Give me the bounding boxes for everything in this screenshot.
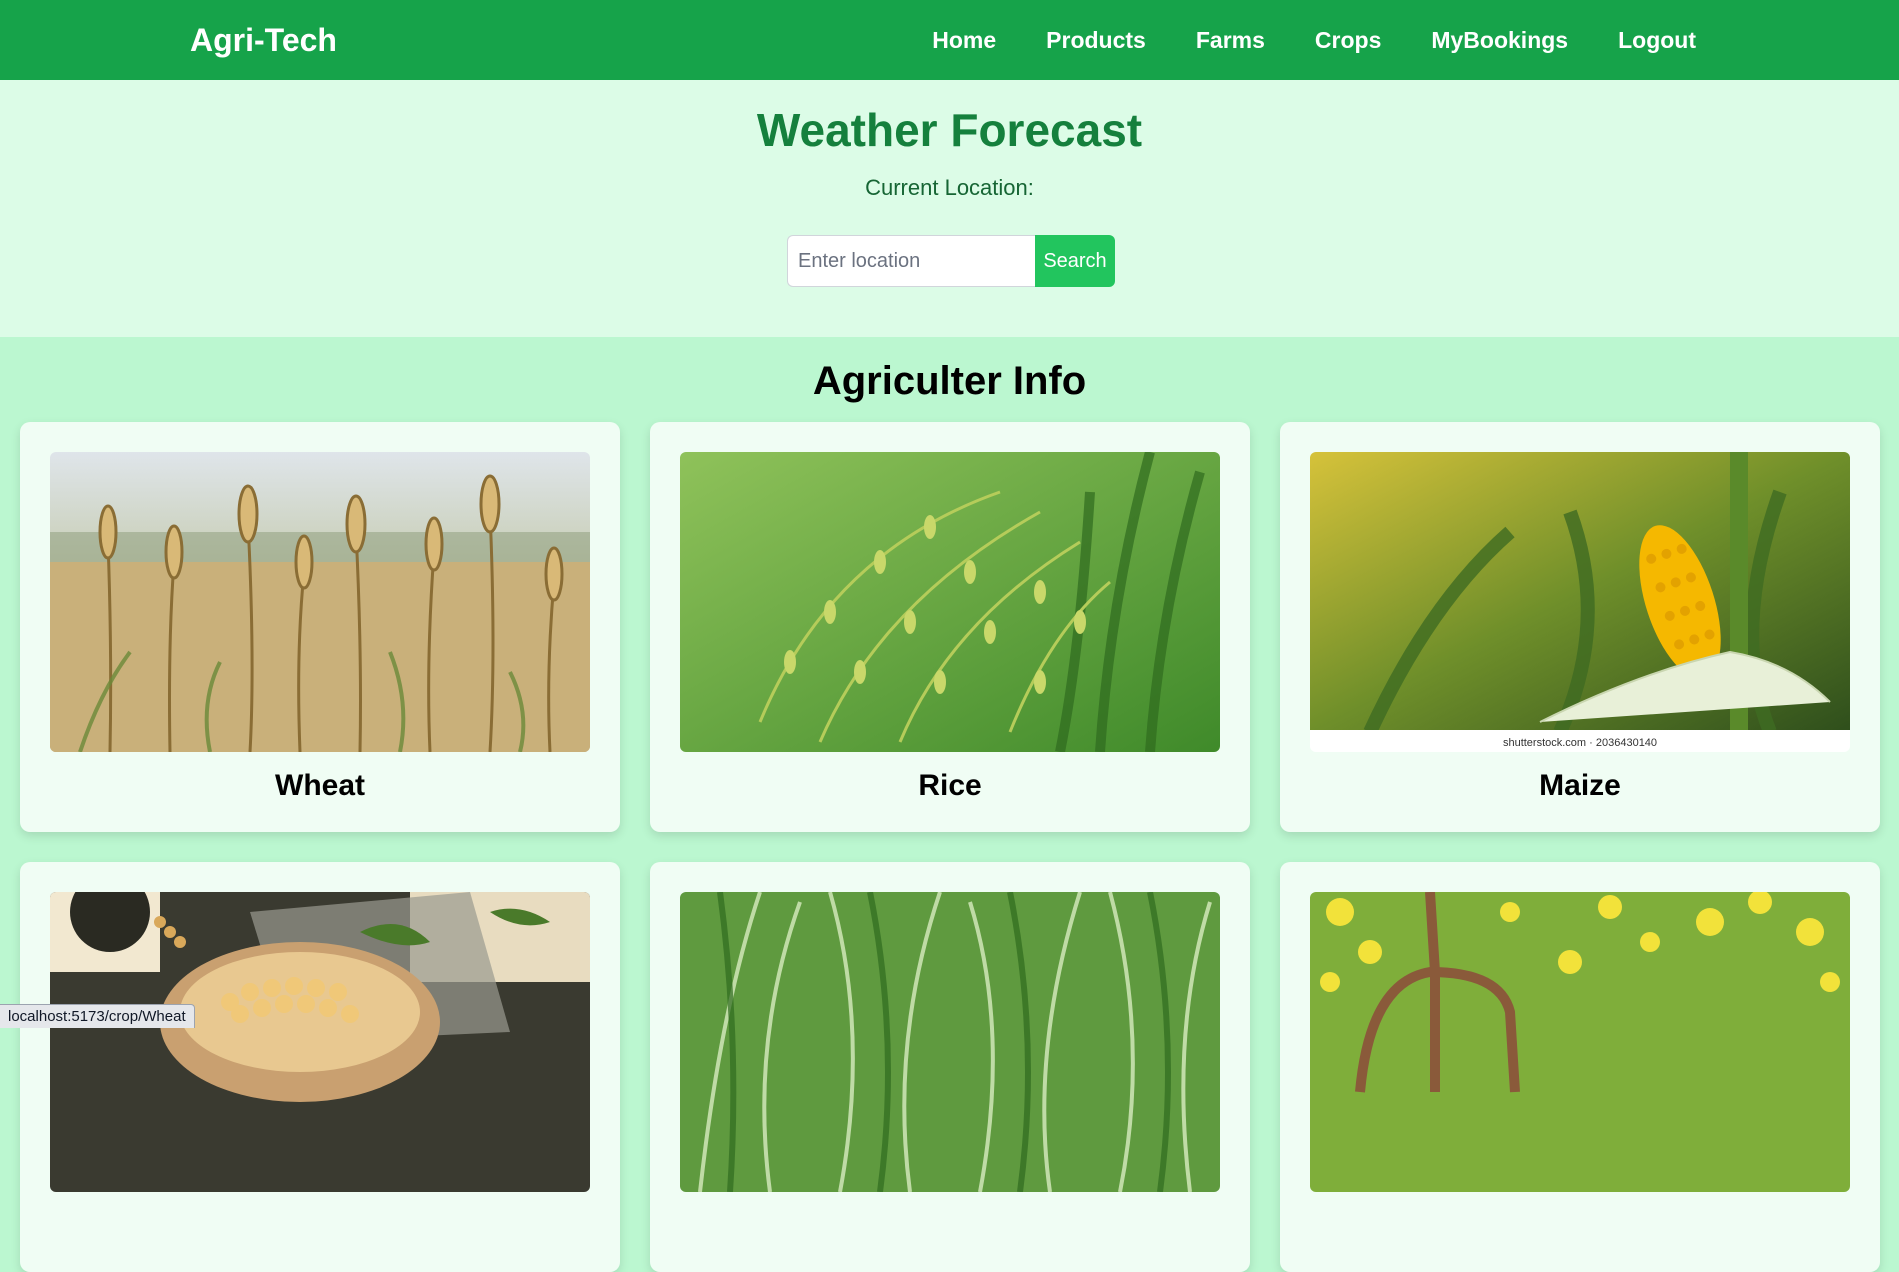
soybean-image [50, 892, 590, 1192]
nav-logout[interactable]: Logout [1618, 27, 1696, 54]
status-bar-url: localhost:5173/crop/Wheat [0, 1004, 195, 1028]
nav-crops[interactable]: Crops [1315, 27, 1381, 54]
nav-links: Home Products Farms Crops MyBookings Log… [932, 20, 1696, 60]
weather-title: Weather Forecast [756, 104, 1143, 156]
nav-mybookings[interactable]: MyBookings [1431, 27, 1568, 54]
navbar: Agri-Tech Home Products Farms Crops MyBo… [0, 0, 1899, 80]
wheat-image [50, 452, 590, 752]
crop-card-title: Maize [1539, 769, 1621, 802]
crop-card-title: Wheat [275, 769, 365, 802]
nav-farms[interactable]: Farms [1196, 27, 1265, 54]
search-button[interactable]: Search [1035, 235, 1115, 287]
crop-card-title: Rice [918, 769, 982, 802]
maize-image: shutterstock.com · 2036430140 [1310, 452, 1850, 752]
crop-card-rice[interactable]: Rice [650, 422, 1250, 832]
current-location-label: Current Location: [865, 175, 1034, 200]
crop-card-soybean[interactable] [20, 862, 620, 1272]
crop-card-wheat[interactable]: Wheat [20, 422, 620, 832]
nav-products[interactable]: Products [1046, 27, 1146, 54]
crop-card-tools[interactable] [1280, 862, 1880, 1272]
brand-logo[interactable]: Agri-Tech [190, 20, 337, 60]
crop-card-maize[interactable]: shutterstock.com · 2036430140 Maize [1280, 422, 1880, 832]
location-input[interactable] [787, 235, 1035, 287]
nav-home[interactable]: Home [932, 27, 996, 54]
grass-image [680, 892, 1220, 1192]
weather-section: Weather Forecast Current Location: Searc… [0, 80, 1899, 337]
crop-card-grass[interactable] [650, 862, 1250, 1272]
rice-image [680, 452, 1220, 752]
garden-fork-image [1310, 892, 1850, 1192]
shutterstock-watermark: shutterstock.com · 2036430140 [1503, 737, 1657, 749]
agriculture-info-title: Agriculter Info [812, 359, 1087, 403]
location-search-form: Search [787, 235, 1115, 287]
